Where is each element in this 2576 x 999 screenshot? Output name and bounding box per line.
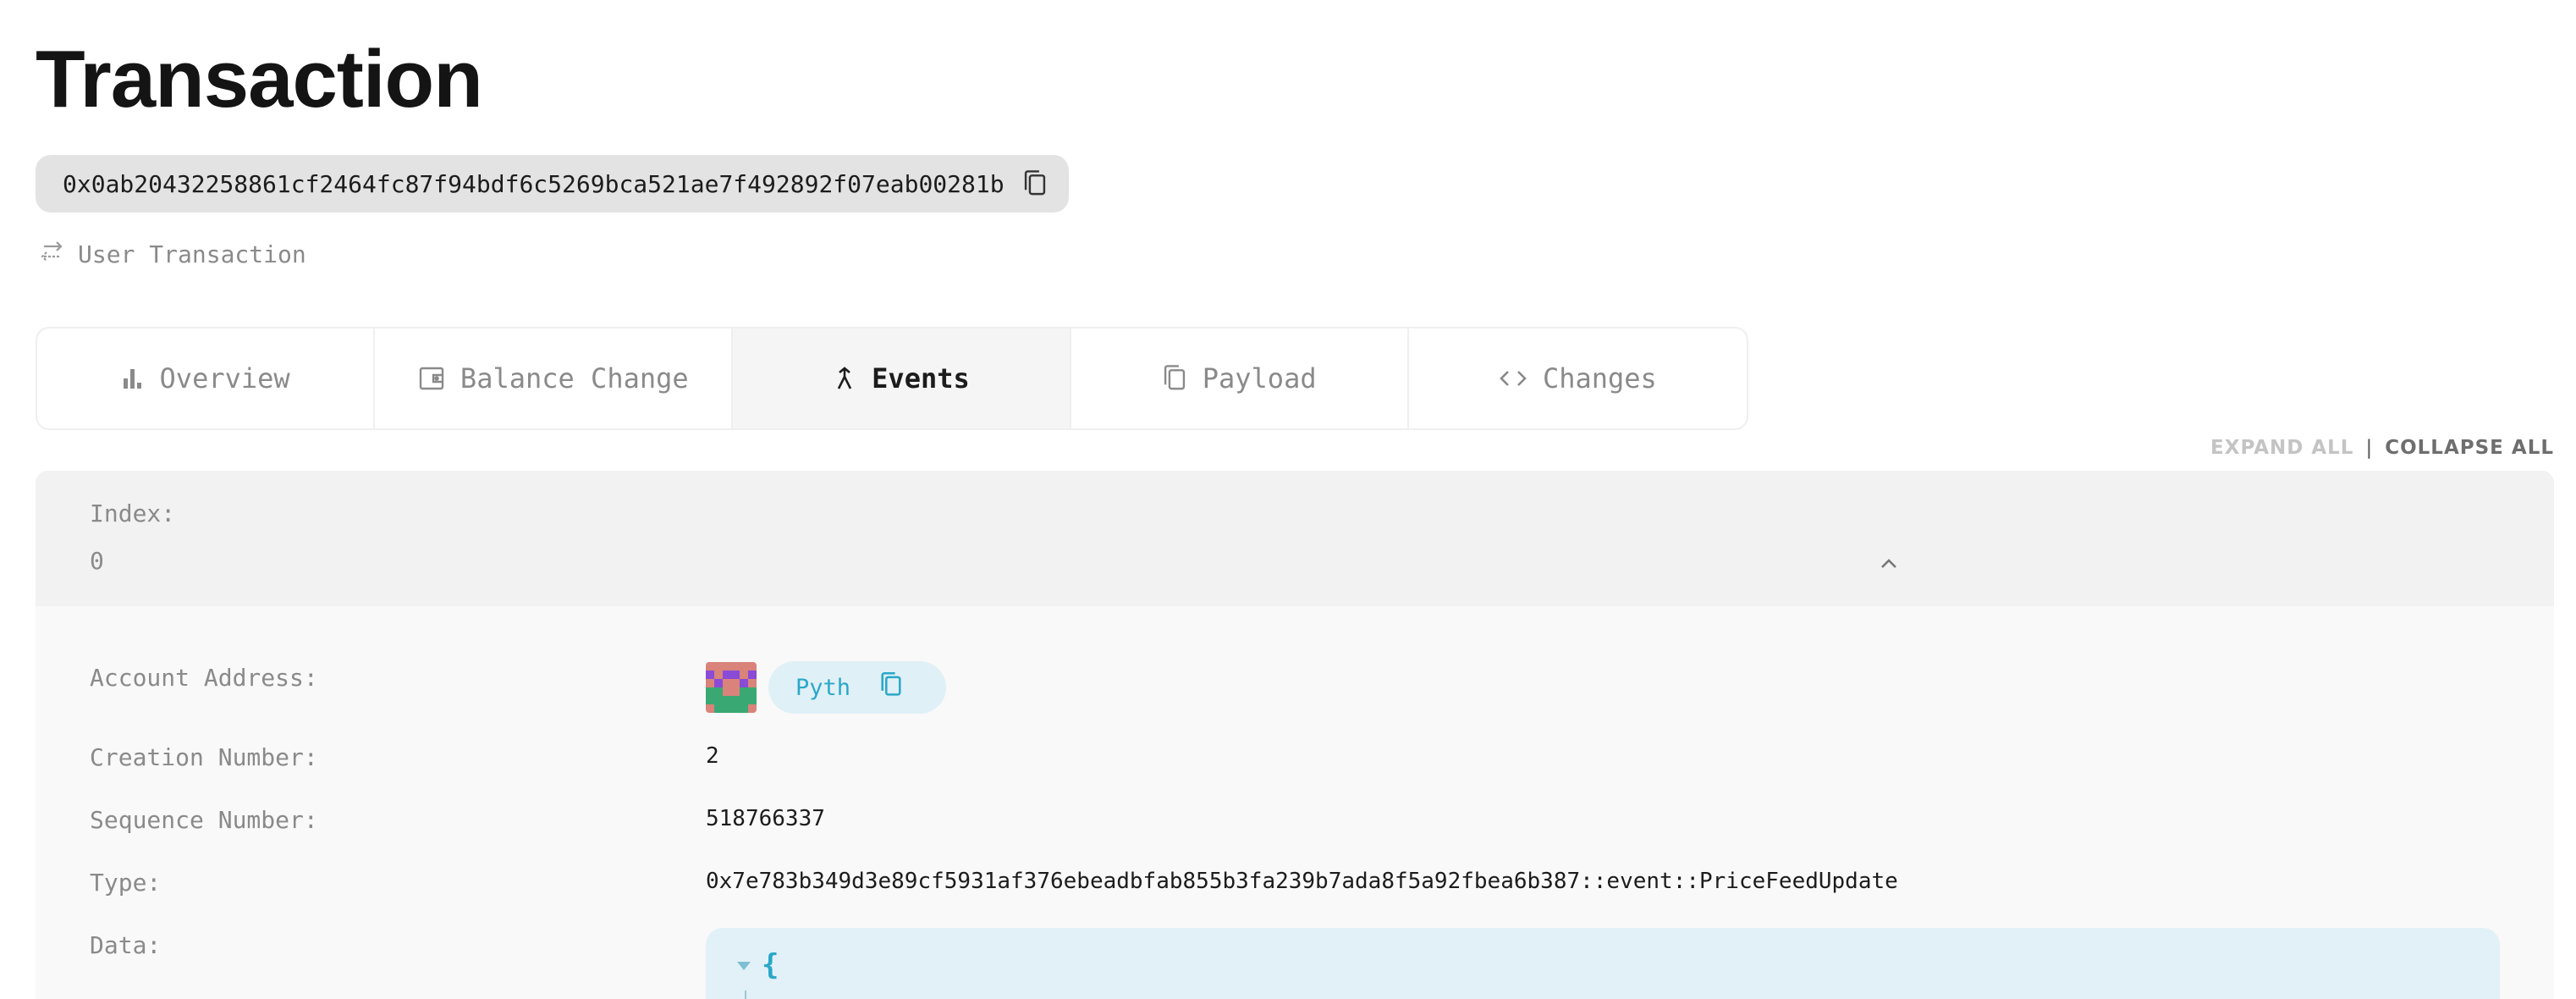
event-header[interactable]: Index: 0 [36,471,2554,606]
creation-number-label: Creation Number: [90,743,318,771]
data-json-viewer: { [706,928,2500,999]
transaction-page: Transaction 0x0ab20432258861cf2464fc87f9… [0,0,2576,999]
tab-overview[interactable]: Overview [37,328,376,428]
tab-label: Balance Change [460,362,689,395]
tab-changes[interactable]: Changes [1409,328,1747,428]
json-indent-guide [745,991,746,999]
expand-all-button[interactable]: EXPAND ALL [2210,437,2353,459]
bar-chart-icon [121,367,145,390]
tab-label: Changes [1542,362,1657,395]
json-open-brace: { [762,948,779,982]
transaction-hash: 0x0ab20432258861cf2464fc87f94bdf6c5269bc… [63,169,1005,198]
tab-balance-change[interactable]: Balance Change [375,328,734,428]
account-address-label: Account Address: [90,664,318,692]
chevron-up-icon[interactable] [1872,547,1906,581]
type-label: Type: [90,869,162,897]
collapse-all-button[interactable]: COLLAPSE ALL [2385,437,2554,459]
type-value: 0x7e783b349d3e89cf5931af376ebeadbfab855b… [706,869,1898,894]
tab-label: Overview [159,362,290,395]
transaction-hash-pill: 0x0ab20432258861cf2464fc87f94bdf6c5269bc… [36,155,1069,212]
tab-bar: Overview Balance Change Events Payload C… [36,327,1748,430]
sequence-number-label: Sequence Number: [90,806,318,834]
account-identicon [706,662,757,713]
index-value: 0 [90,547,104,575]
copy-icon[interactable] [1020,167,1050,201]
transfer-arrows-icon [39,240,64,268]
merge-icon [833,366,856,391]
data-label: Data: [90,931,162,959]
tab-payload[interactable]: Payload [1071,328,1409,428]
copy-icon [1162,364,1187,393]
account-name: Pyth [795,674,851,701]
transaction-type-label: User Transaction [78,240,306,268]
expand-collapse-controls: EXPAND ALL | COLLAPSE ALL [2210,437,2554,459]
code-icon [1499,367,1527,389]
account-address-chip[interactable]: Pyth [768,661,946,714]
event-card: Index: 0 Account Address: Pyth Creation … [36,471,2554,999]
index-label: Index: [90,500,176,527]
tab-events[interactable]: Events [733,328,1071,428]
creation-number-value: 2 [706,743,719,769]
page-title: Transaction [36,34,483,124]
transaction-type: User Transaction [39,240,306,268]
triangle-down-icon[interactable] [736,958,751,974]
tab-label: Payload [1202,362,1317,395]
tab-label: Events [872,362,970,395]
wallet-icon [418,366,445,391]
separator: | [2365,437,2374,459]
sequence-number-value: 518766337 [706,806,825,831]
copy-icon[interactable] [879,671,903,704]
